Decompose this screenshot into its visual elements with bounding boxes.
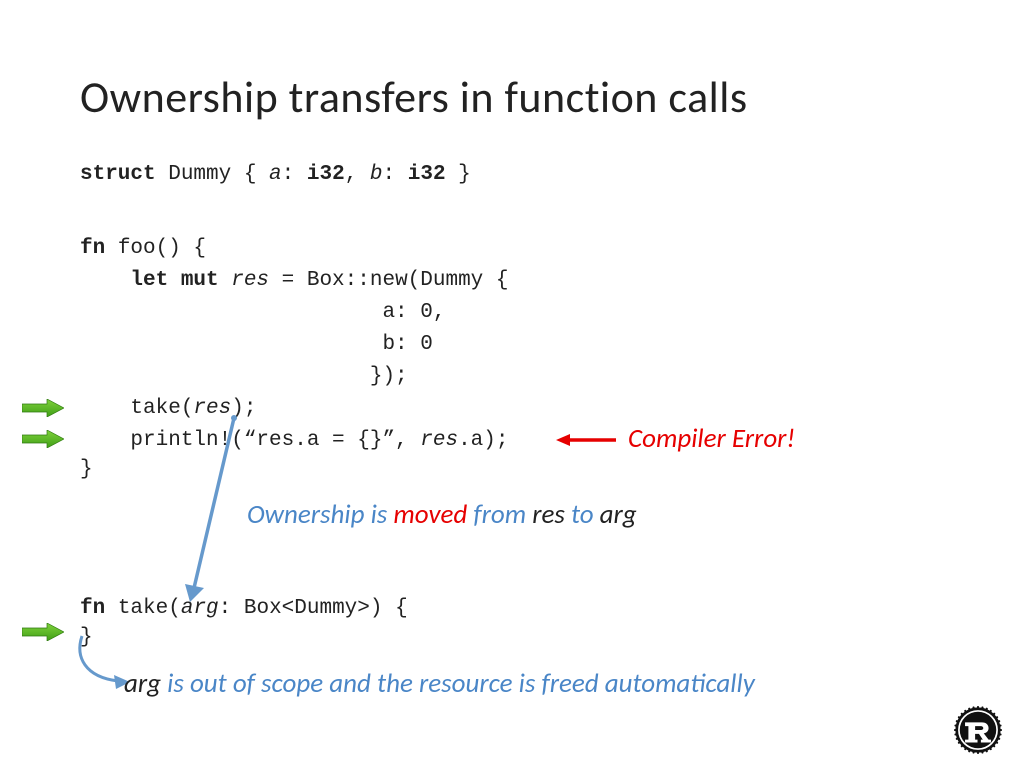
- annotation-ownership-moved: Ownership is moved from res to arg: [247, 498, 637, 531]
- red-arrow-icon: [556, 432, 616, 448]
- code-line-1: struct Dummy { a: i32, b: i32 }: [80, 163, 471, 186]
- blue-arrow-icon: [178, 412, 248, 602]
- rust-logo-icon: [954, 706, 1002, 754]
- green-arrow-icon: [22, 430, 64, 448]
- green-arrow-icon: [22, 399, 64, 417]
- code-line-10: }: [80, 458, 93, 481]
- code-line-4: let mut res = Box::new(Dummy {: [80, 269, 509, 292]
- slide-title: Ownership transfers in function calls: [80, 70, 748, 124]
- kw-struct: struct: [80, 163, 156, 186]
- code-line-6: b: 0: [80, 333, 433, 356]
- annotation-arg-scope: arg is out of scope and the resource is …: [124, 667, 755, 700]
- green-arrow-icon: [22, 623, 64, 641]
- slide-root: Ownership transfers in function calls st…: [0, 0, 1024, 768]
- code-line-3: fn foo() {: [80, 237, 206, 260]
- curved-arrow-icon: [70, 632, 130, 692]
- code-line-9: println!(“res.a = {}”, res.a);: [80, 429, 509, 452]
- annotation-compiler-error: Compiler Error!: [628, 422, 795, 455]
- code-line-7: });: [80, 365, 408, 388]
- code-line-5: a: 0,: [80, 301, 445, 324]
